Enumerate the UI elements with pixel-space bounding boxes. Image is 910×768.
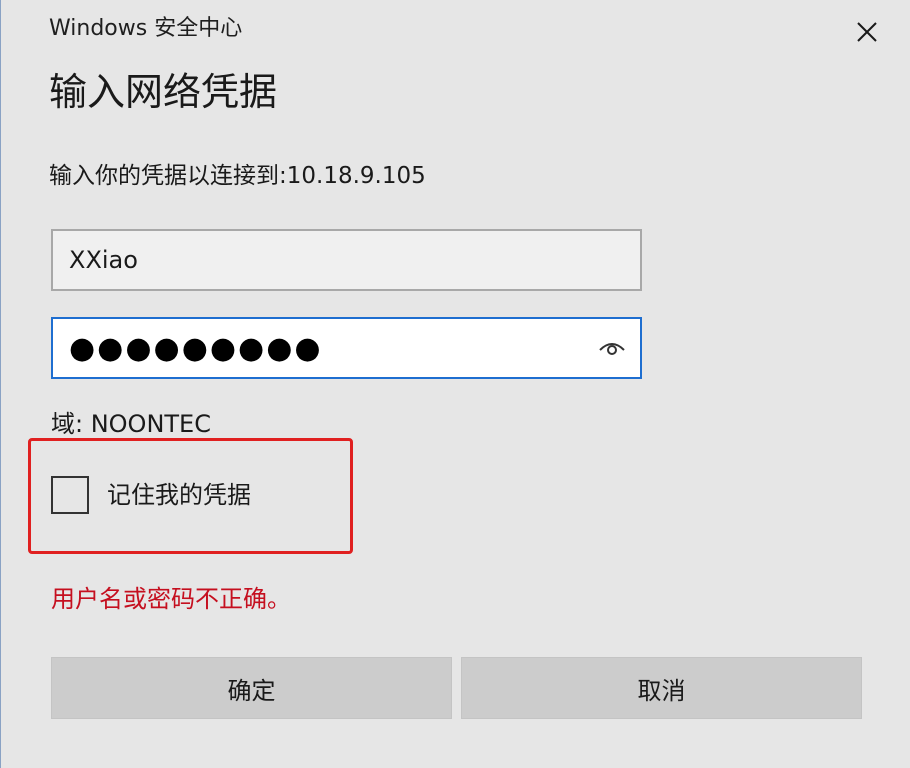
password-mask: ●●●●●●●●● <box>69 330 323 366</box>
close-icon <box>857 22 877 42</box>
connection-prompt: 输入你的凭据以连接到:10.18.9.105 <box>49 163 426 189</box>
eye-icon <box>599 343 625 355</box>
close-button[interactable] <box>847 12 887 52</box>
password-input[interactable]: ●●●●●●●●● <box>51 317 642 379</box>
reveal-password-button[interactable] <box>594 330 630 366</box>
error-message: 用户名或密码不正确。 <box>51 585 291 613</box>
ok-button[interactable]: 确定 <box>51 657 452 719</box>
remember-credentials-checkbox[interactable] <box>51 476 89 514</box>
remember-credentials-checkbox-row[interactable]: 记住我的凭据 <box>51 476 251 514</box>
cancel-button[interactable]: 取消 <box>461 657 862 719</box>
credentials-dialog: Windows 安全中心 输入网络凭据 输入你的凭据以连接到:10.18.9.1… <box>0 0 910 768</box>
username-input[interactable] <box>51 229 642 291</box>
domain-label: 域: NOONTEC <box>51 410 211 438</box>
app-title: Windows 安全中心 <box>49 16 243 41</box>
remember-credentials-label: 记住我的凭据 <box>107 481 251 509</box>
dialog-heading: 输入网络凭据 <box>49 70 278 114</box>
